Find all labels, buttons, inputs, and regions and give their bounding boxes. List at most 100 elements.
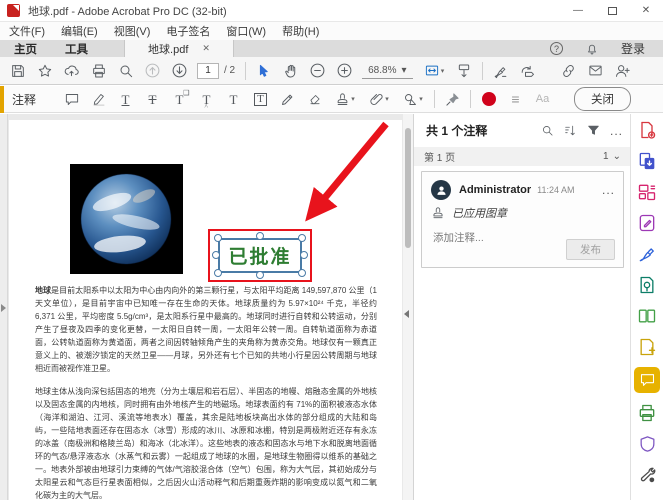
minimize-button[interactable]: — — [561, 0, 595, 22]
close-button[interactable]: ✕ — [629, 0, 663, 22]
main-toolbar: / 2 68.8% ▾ ▾ — [0, 57, 663, 85]
zoom-level-dropdown[interactable]: 68.8% ▾ — [362, 63, 412, 79]
protect-icon[interactable] — [635, 433, 659, 455]
page-section-label: 第 1 页 — [424, 149, 455, 164]
drawing-shapes-icon[interactable]: ▾ — [396, 88, 430, 111]
selection-handle[interactable] — [214, 234, 222, 242]
tab-document[interactable]: 地球.pdf ✕ — [124, 40, 234, 57]
selection-handle[interactable] — [256, 232, 264, 240]
selection-handle[interactable] — [214, 269, 222, 277]
share-cloud-icon[interactable] — [58, 59, 85, 83]
comment-options-icon[interactable]: ... — [602, 183, 615, 197]
selection-handle[interactable] — [300, 251, 308, 259]
selection-handle[interactable] — [212, 251, 220, 259]
enhance-scans-icon[interactable] — [635, 336, 659, 358]
insert-text-icon[interactable]: T^ — [193, 88, 220, 111]
print-production-icon[interactable] — [635, 402, 659, 424]
menu-file[interactable]: 文件(F) — [9, 23, 45, 39]
organize-pages-icon[interactable] — [635, 305, 659, 327]
publish-button[interactable]: 发布 — [566, 239, 615, 260]
line-thickness-icon[interactable]: ≡ — [502, 88, 529, 111]
close-comment-toolbar-button[interactable]: 关闭 — [574, 87, 631, 111]
select-tool-icon[interactable] — [250, 59, 277, 83]
toolbar-divider — [482, 62, 483, 80]
selection-handle[interactable] — [298, 269, 306, 277]
menu-view[interactable]: 视图(V) — [114, 23, 151, 39]
search-comments-icon[interactable] — [541, 124, 554, 137]
tab-close-icon[interactable]: ✕ — [202, 43, 210, 54]
create-pdf-icon[interactable] — [635, 150, 659, 172]
menu-bar: 文件(F) 编辑(E) 视图(V) 电子签名 窗口(W) 帮助(H) — [0, 22, 663, 40]
chevron-down-icon: ▾ — [351, 95, 355, 103]
more-tools-icon[interactable] — [635, 464, 659, 486]
export-pdf-icon[interactable] — [635, 119, 659, 141]
panel-options-icon[interactable]: ... — [610, 124, 623, 138]
strikethrough-text-icon[interactable]: T — [139, 88, 166, 111]
window-title: 地球.pdf - Adobe Acrobat Pro DC (32-bit) — [28, 3, 227, 19]
collapse-panel-icon[interactable] — [404, 310, 409, 318]
zoom-in-icon[interactable] — [331, 59, 358, 83]
add-user-icon[interactable] — [609, 59, 636, 83]
draw-pencil-icon[interactable] — [274, 88, 301, 111]
stamp-icon[interactable]: ▾ — [328, 88, 362, 111]
menu-window[interactable]: 窗口(W) — [226, 23, 266, 39]
selection-handle[interactable] — [298, 234, 306, 242]
hand-tool-icon[interactable] — [277, 59, 304, 83]
star-favorite-icon[interactable] — [31, 59, 58, 83]
sign-pen-icon[interactable] — [487, 59, 514, 83]
attachment-icon[interactable]: ▾ — [362, 88, 396, 111]
fit-width-icon[interactable]: ▾ — [417, 59, 451, 83]
underline-text-icon[interactable]: T — [112, 88, 139, 111]
save-icon[interactable] — [4, 59, 31, 83]
tab-tools[interactable]: 工具 — [51, 40, 102, 57]
vertical-scrollbar[interactable] — [403, 114, 413, 500]
maximize-button[interactable] — [595, 0, 629, 22]
help-icon[interactable]: ? — [550, 42, 563, 55]
notifications-bell-icon[interactable] — [585, 42, 599, 56]
comment-card[interactable]: Administrator 11:24 AM ... 已应用图章 添加注释...… — [421, 171, 624, 268]
add-text-comment-icon[interactable]: T — [220, 88, 247, 111]
replace-text-icon[interactable]: T❑ — [166, 88, 193, 111]
text-properties-icon[interactable]: Aa — [529, 88, 556, 111]
scrolling-mode-icon[interactable] — [451, 59, 478, 83]
toolbar-divider — [434, 90, 435, 108]
edit-pdf-icon[interactable] — [635, 212, 659, 234]
print-icon[interactable] — [85, 59, 112, 83]
paragraph-2: 地球主体从浅向深包括固态的地壳（分为土壤层和岩石层）、半固态的地幔、熔融态金属的… — [35, 385, 377, 500]
page-number-input[interactable] — [197, 63, 219, 79]
previous-page-icon[interactable] — [139, 59, 166, 83]
comments-count-label: 共 1 个注释 — [426, 122, 487, 139]
chevron-down-icon: ▾ — [401, 65, 406, 76]
selection-handle[interactable] — [256, 271, 264, 279]
keep-tool-pin-icon[interactable] — [439, 88, 466, 111]
menu-help[interactable]: 帮助(H) — [282, 23, 319, 39]
search-icon[interactable] — [112, 59, 139, 83]
sticky-note-icon[interactable] — [58, 88, 85, 111]
fill-sign-icon[interactable] — [635, 243, 659, 265]
share-link-icon[interactable] — [555, 59, 582, 83]
navigation-pane-collapsed[interactable] — [0, 114, 8, 500]
zoom-out-icon[interactable] — [304, 59, 331, 83]
color-swatch-icon[interactable] — [475, 88, 502, 111]
approved-stamp[interactable]: 已批准 — [218, 238, 302, 273]
scrollbar-thumb[interactable] — [405, 128, 411, 248]
highlight-text-icon[interactable] — [85, 88, 112, 111]
combine-files-icon[interactable] — [635, 181, 659, 203]
page-section-dropdown[interactable]: 1 ⌄ — [603, 151, 621, 162]
email-icon[interactable] — [582, 59, 609, 83]
comment-tool-icon[interactable] — [634, 367, 660, 393]
sign-in-button[interactable]: 登录 — [621, 40, 645, 57]
menu-edit[interactable]: 编辑(E) — [61, 23, 98, 39]
eraser-icon[interactable] — [301, 88, 328, 111]
send-for-review-icon[interactable] — [514, 59, 541, 83]
filter-comments-icon[interactable] — [587, 124, 600, 137]
expand-nav-icon[interactable] — [1, 304, 6, 312]
stamp-annotation-highlight[interactable]: 已批准 — [208, 229, 312, 282]
tab-home[interactable]: 主页 — [0, 40, 51, 57]
sort-comments-icon[interactable] — [564, 124, 577, 137]
text-box-icon[interactable]: T — [247, 88, 274, 111]
menu-esign[interactable]: 电子签名 — [166, 23, 210, 39]
next-page-icon[interactable] — [166, 59, 193, 83]
certificates-icon[interactable] — [635, 274, 659, 296]
pdf-page: 已批准 地球是目前太阳系中以太阳为中心由内向外的第三颗行星，与太阳平均距离 14… — [9, 120, 402, 500]
